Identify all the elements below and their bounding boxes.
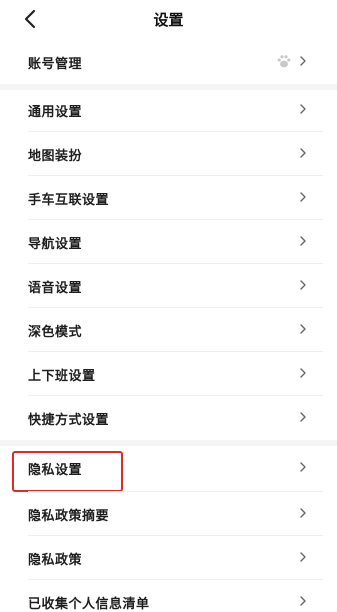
list-item-account[interactable]: 账号管理 (0, 40, 337, 84)
list-item-navigation[interactable]: 导航设置 (0, 220, 337, 264)
list-item-car-connect[interactable]: 手车互联设置 (0, 176, 337, 220)
list-item-commute[interactable]: 上下班设置 (0, 352, 337, 396)
chevron-right-icon (300, 324, 306, 334)
chevron-right-icon (300, 280, 306, 290)
list-item-label: 深色模式 (28, 325, 83, 340)
header: 设置 (0, 0, 337, 40)
chevron-right-icon (300, 104, 306, 114)
list-item-map-skin[interactable]: 地图装扮 (0, 132, 337, 176)
page-title: 设置 (153, 11, 184, 29)
chevron-right-icon (300, 192, 306, 202)
list-item-label: 语音设置 (28, 281, 83, 296)
paw-icon (277, 55, 291, 68)
settings-page: 设置 账号管理 通用设置 地图装扮 手车互联设置 导航设置 语音设置 深色模式 … (0, 0, 337, 612)
list-item-label: 已收集个人信息清单 (28, 597, 150, 612)
list-item-label: 手车互联设置 (28, 193, 110, 208)
chevron-right-icon (300, 552, 306, 562)
chevron-right-icon (300, 56, 306, 66)
chevron-right-icon (300, 596, 306, 606)
list-item-privacy-summary[interactable]: 隐私政策摘要 (0, 492, 337, 536)
chevron-right-icon (300, 368, 306, 378)
list-item-label: 通用设置 (28, 105, 83, 120)
chevron-right-icon (300, 462, 306, 472)
list-item-voice[interactable]: 语音设置 (0, 264, 337, 308)
list-item-label: 账号管理 (28, 57, 83, 72)
chevron-right-icon (300, 412, 306, 422)
list-item-collected-info[interactable]: 已收集个人信息清单 (0, 580, 337, 612)
chevron-right-icon (300, 148, 306, 158)
list-item-label: 隐私政策 (28, 553, 83, 568)
list-item-label: 隐私政策摘要 (28, 509, 110, 524)
list-item-label: 快捷方式设置 (28, 413, 110, 428)
list-item-dark-mode[interactable]: 深色模式 (0, 308, 337, 352)
chevron-right-icon (300, 508, 306, 518)
list-item-label: 导航设置 (28, 237, 83, 252)
list-item-label: 上下班设置 (28, 369, 96, 384)
highlight-annotation-box (12, 451, 123, 492)
list-item-privacy-policy[interactable]: 隐私政策 (0, 536, 337, 580)
list-item-general[interactable]: 通用设置 (0, 88, 337, 132)
chevron-right-icon (300, 236, 306, 246)
list-item-label: 地图装扮 (28, 149, 83, 164)
list-item-shortcuts[interactable]: 快捷方式设置 (0, 396, 337, 440)
